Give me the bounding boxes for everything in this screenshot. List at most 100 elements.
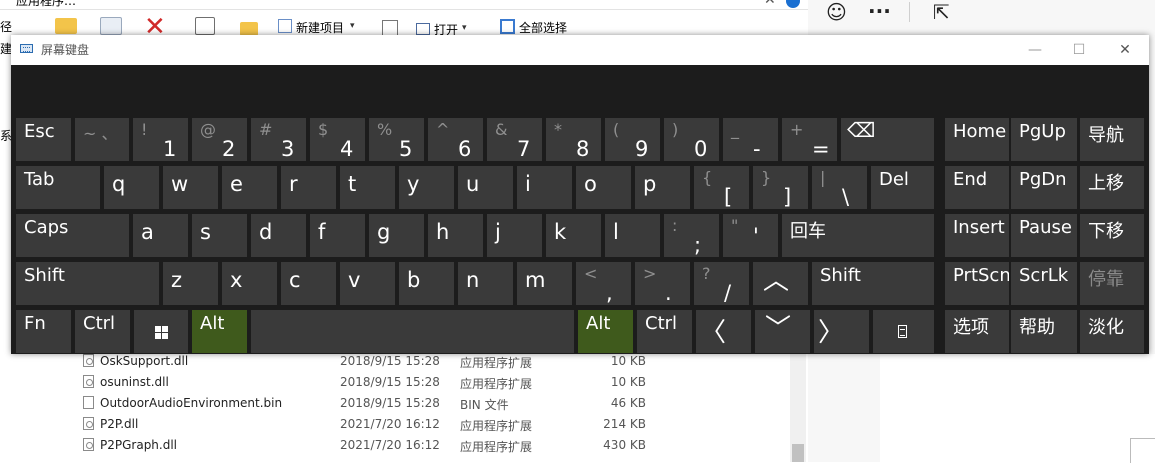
file-row[interactable]: OutdoorAudioEnvironment.bin 2018/9/15 15… (60, 393, 780, 414)
close-button[interactable]: ✕ (1111, 39, 1139, 61)
key-home[interactable]: Home (945, 118, 1009, 161)
key-f[interactable]: f (310, 214, 365, 257)
key-pause[interactable]: Pause (1011, 214, 1077, 257)
key-options[interactable]: 选项 (945, 310, 1009, 353)
key-1[interactable]: ! 1 (133, 118, 188, 161)
key-insert[interactable]: Insert (945, 214, 1009, 257)
file-row[interactable]: P2P.dll 2021/7/20 16:12 应用程序扩展 214 KB (60, 414, 780, 435)
key-nav[interactable]: 导航 (1080, 118, 1144, 161)
key-help[interactable]: 帮助 (1011, 310, 1077, 353)
key-2[interactable]: @2 (192, 118, 247, 161)
key-6[interactable]: ^ 6 (428, 118, 483, 161)
copy-path-icon[interactable] (100, 17, 122, 35)
key-dock[interactable]: 停靠 (1080, 262, 1144, 305)
key-k[interactable]: k (546, 214, 601, 257)
key-alt-right[interactable]: Alt (578, 310, 633, 353)
key-shift-left[interactable]: Shift (16, 262, 159, 305)
key-s[interactable]: s (192, 214, 247, 257)
key-equals[interactable]: + = (782, 118, 837, 161)
key-p[interactable]: p (635, 166, 690, 209)
key-w[interactable]: w (163, 166, 218, 209)
folder-icon[interactable] (55, 18, 77, 34)
key-v[interactable]: v (340, 262, 395, 305)
key-pgup[interactable]: PgUp (1011, 118, 1077, 161)
key-z[interactable]: z (163, 262, 218, 305)
key-left-arrow[interactable]: 〈 (696, 310, 751, 353)
key-0[interactable]: ) 0 (664, 118, 719, 161)
key-fn[interactable]: Fn (16, 310, 71, 353)
key-fade[interactable]: 淡化 (1080, 310, 1144, 353)
key-left-bracket[interactable]: {[ (694, 166, 749, 209)
file-row[interactable]: P2PGraph.dll 2021/7/20 16:12 应用程序扩展 430 … (60, 435, 780, 456)
key-q[interactable]: q (104, 166, 159, 209)
properties-icon[interactable] (382, 20, 398, 36)
key-tab[interactable]: Tab (16, 166, 100, 209)
key-up-arrow[interactable]: ︿ (753, 262, 808, 305)
key-move-down[interactable]: 下移 (1080, 214, 1144, 257)
key-alt-left[interactable]: Alt (192, 310, 247, 353)
key-9[interactable]: (9 (605, 118, 660, 161)
share-icon[interactable]: ⇱ (933, 2, 950, 22)
new-item-button[interactable]: 新建项目 (296, 19, 344, 36)
key-slash[interactable]: ? / (694, 262, 749, 305)
key-end[interactable]: End (945, 166, 1009, 209)
key-minus[interactable]: _ - (723, 118, 778, 161)
key-space[interactable] (251, 310, 574, 353)
maximize-button[interactable]: ☐ (1065, 39, 1093, 61)
key-enter[interactable]: 回车 (782, 214, 934, 257)
key-a[interactable]: a (133, 214, 188, 257)
key-m[interactable]: m (517, 262, 572, 305)
key-u[interactable]: u (458, 166, 513, 209)
key-period[interactable]: >. (635, 262, 690, 305)
emoji-icon[interactable]: ☺ (826, 2, 847, 22)
key-scrlk[interactable]: ScrLk (1011, 262, 1077, 305)
key-e[interactable]: e (222, 166, 277, 209)
key-g[interactable]: g (369, 214, 424, 257)
key-right-arrow[interactable]: 〉 (814, 310, 869, 353)
key-semicolon[interactable]: :; (664, 214, 719, 257)
key-8[interactable]: * 8 (546, 118, 601, 161)
key-ctrl-right[interactable]: Ctrl (637, 310, 692, 353)
key-o[interactable]: o (576, 166, 631, 209)
key-h[interactable]: h (428, 214, 483, 257)
key-t[interactable]: t (340, 166, 395, 209)
file-row[interactable]: OskSupport.dll 2018/9/15 15:28 应用程序扩展 10… (60, 351, 780, 372)
new-folder-icon[interactable] (240, 22, 258, 36)
key-y[interactable]: y (399, 166, 454, 209)
key-backspace[interactable]: ⌫ (841, 118, 934, 161)
key-shift-right[interactable]: Shift (812, 262, 934, 305)
file-row[interactable]: osuninst.dll 2018/9/15 15:28 应用程序扩展 10 K… (60, 372, 780, 393)
key-down-arrow[interactable]: ﹀ (755, 310, 810, 353)
key-del[interactable]: Del (871, 166, 934, 209)
key-4[interactable]: $4 (310, 118, 365, 161)
key-x[interactable]: x (222, 262, 277, 305)
key-3[interactable]: #3 (251, 118, 306, 161)
key-backslash[interactable]: | \ (812, 166, 867, 209)
key-move-up[interactable]: 上移 (1080, 166, 1144, 209)
key-b[interactable]: b (399, 262, 454, 305)
select-all-button[interactable]: 全部选择 (519, 19, 567, 36)
key-quote[interactable]: " ' (723, 214, 778, 257)
key-tilde[interactable]: ~ 、 (75, 118, 129, 161)
more-icon[interactable]: ··· (868, 1, 891, 21)
key-prtscn[interactable]: PrtScn (945, 262, 1009, 305)
rename-icon[interactable] (195, 17, 215, 35)
resize-handle[interactable] (1130, 438, 1155, 463)
key-c[interactable]: c (281, 262, 336, 305)
key-i[interactable]: i (517, 166, 572, 209)
explorer-close-icon[interactable]: ✕ (764, 0, 776, 8)
osk-title-bar[interactable]: 屏幕键盘 — ☐ ✕ (11, 35, 1149, 65)
key-right-bracket[interactable]: }] (753, 166, 808, 209)
key-d[interactable]: d (251, 214, 306, 257)
key-ctrl-left[interactable]: Ctrl (75, 310, 130, 353)
key-menu[interactable] (873, 310, 934, 353)
key-n[interactable]: n (458, 262, 513, 305)
key-caps[interactable]: Caps (16, 214, 129, 257)
key-l[interactable]: l (605, 214, 660, 257)
scrollbar-thumb[interactable] (792, 444, 804, 462)
key-7[interactable]: & 7 (487, 118, 542, 161)
key-j[interactable]: j (487, 214, 542, 257)
key-comma[interactable]: <, (576, 262, 631, 305)
key-windows[interactable] (134, 310, 188, 353)
key-5[interactable]: % 5 (369, 118, 424, 161)
